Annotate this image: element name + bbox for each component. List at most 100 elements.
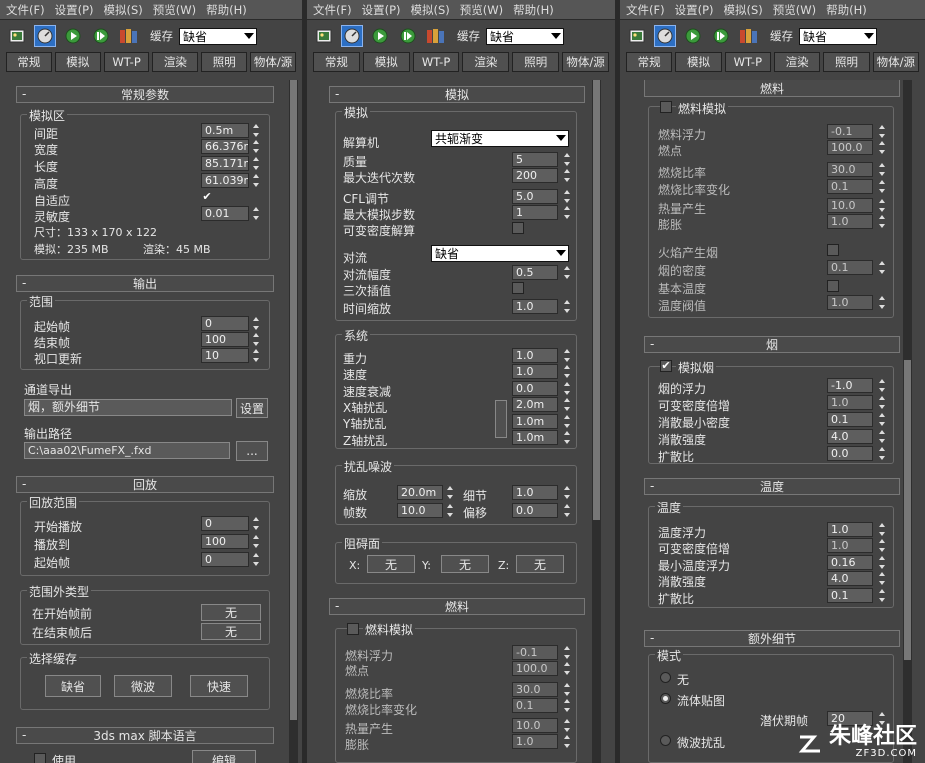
noise-frames-field[interactable]: 10.0 (397, 503, 443, 518)
rollout-fuel[interactable]: 燃料 (644, 80, 900, 97)
height-field[interactable]: 61.039m (201, 173, 249, 188)
z-turbulence-field[interactable]: 1.0m (512, 430, 558, 445)
spinner-arrows[interactable] (252, 516, 261, 531)
tab-render[interactable]: 渲染 (462, 52, 510, 72)
expansion-field[interactable]: 1.0 (512, 734, 558, 749)
tab-illumination[interactable]: 照明 (823, 52, 870, 72)
fuel-buoyancy-field[interactable]: -0.1 (512, 645, 558, 660)
after-end-select[interactable]: 无 (201, 623, 261, 640)
tab-wtp[interactable]: WT-P (412, 52, 460, 72)
tab-illumination[interactable]: 照明 (512, 52, 560, 72)
scrollbar[interactable] (903, 80, 912, 763)
spinner-arrows[interactable] (878, 429, 887, 444)
length-field[interactable]: 85.171m (201, 156, 249, 171)
velocity-field[interactable]: 1.0 (512, 364, 558, 379)
spinner-arrows[interactable] (563, 348, 572, 363)
tab-render[interactable]: 渲染 (152, 52, 199, 72)
menu-file[interactable]: 文件(F) (6, 2, 45, 18)
heat-production-field[interactable]: 10.0 (827, 198, 873, 213)
menu-preview[interactable]: 预览(W) (460, 2, 503, 18)
dissipation-strength-field[interactable]: 4.0 (827, 429, 873, 444)
play-icon[interactable] (369, 25, 391, 47)
clock-settings-icon[interactable] (654, 25, 676, 47)
flame-smoke-checkbox[interactable] (827, 244, 839, 256)
start-frame-field[interactable]: 0 (201, 316, 249, 331)
end-frame-field[interactable]: 100 (201, 332, 249, 347)
spinner-arrows[interactable] (563, 168, 572, 183)
menu-settings[interactable]: 设置(P) (675, 2, 714, 18)
spinner-arrows[interactable] (252, 552, 261, 567)
default-cache-button[interactable]: 缺省 (45, 675, 101, 697)
spinner-arrows[interactable] (563, 205, 572, 220)
start-play-field[interactable]: 0 (201, 516, 249, 531)
dissipation-min-field[interactable]: 0.1 (827, 412, 873, 427)
spinner-arrows[interactable] (878, 295, 887, 310)
render-image-icon[interactable] (6, 25, 28, 47)
rollout-general-params[interactable]: - 常规参数 (16, 86, 274, 103)
play-icon[interactable] (62, 25, 84, 47)
smoke-buoyancy-field[interactable]: -1.0 (827, 378, 873, 393)
tab-render[interactable]: 渲染 (773, 52, 821, 72)
browse-button[interactable]: ... (236, 441, 268, 461)
var-density-checkbox[interactable] (512, 222, 524, 234)
spinner-arrows[interactable] (252, 123, 261, 138)
advection-stride-field[interactable]: 0.5 (512, 265, 558, 280)
quality-field[interactable]: 5 (512, 152, 558, 167)
solver-dropdown[interactable]: 共轭渐变 (431, 130, 569, 147)
spinner-arrows[interactable] (878, 198, 887, 213)
settings-button[interactable]: 设置 (236, 398, 268, 418)
spinner-arrows[interactable] (563, 265, 572, 280)
noise-scale-field[interactable]: 20.0m (397, 485, 443, 500)
width-field[interactable]: 66.376m (201, 139, 249, 154)
clock-settings-icon[interactable] (34, 25, 56, 47)
spinner-arrows[interactable] (563, 430, 572, 445)
mode-none-radio[interactable] (660, 672, 671, 683)
rollout-maxscript[interactable]: -3ds max 脚本语言 (16, 727, 274, 744)
menu-help[interactable]: 帮助(H) (513, 2, 554, 18)
temp-dissipation-field[interactable]: 4.0 (827, 571, 873, 586)
gravity-field[interactable]: 1.0 (512, 348, 558, 363)
continue-icon[interactable] (710, 25, 732, 47)
spinner-arrows[interactable] (563, 734, 572, 749)
spinner-arrows[interactable] (563, 381, 572, 396)
y-turbulence-field[interactable]: 1.0m (512, 414, 558, 429)
spinner-arrows[interactable] (878, 588, 887, 603)
spinner-arrows[interactable] (446, 485, 455, 500)
fuel-buoyancy-field[interactable]: -0.1 (827, 124, 873, 139)
ignition-field[interactable]: 100.0 (827, 140, 873, 155)
temp-buoyancy-field[interactable]: 1.0 (827, 522, 873, 537)
spinner-arrows[interactable] (563, 299, 572, 314)
tab-wtp[interactable]: WT-P (103, 52, 150, 72)
preview-cache-button[interactable]: 快速 (190, 675, 248, 697)
x-turbulence-field[interactable]: 2.0m (512, 397, 558, 412)
ignition-field[interactable]: 100.0 (512, 661, 558, 676)
spinner-arrows[interactable] (252, 206, 261, 221)
before-start-select[interactable]: 无 (201, 604, 261, 621)
spinner-arrows[interactable] (252, 173, 261, 188)
menu-file[interactable]: 文件(F) (313, 2, 352, 18)
spinner-arrows[interactable] (563, 661, 572, 676)
velocity-damp-field[interactable]: 0.0 (512, 381, 558, 396)
wavelet-cache-button[interactable]: 微波 (114, 675, 172, 697)
tab-wtp[interactable]: WT-P (724, 52, 771, 72)
turbulence-lock-button[interactable] (495, 400, 507, 438)
menu-simulation[interactable]: 模拟(S) (411, 2, 450, 18)
burn-rate-field[interactable]: 30.0 (827, 162, 873, 177)
scrollbar[interactable] (289, 80, 298, 763)
spinner-arrows[interactable] (878, 260, 887, 275)
spinner-arrows[interactable] (878, 571, 887, 586)
spinner-arrows[interactable] (878, 214, 887, 229)
spinner-arrows[interactable] (252, 156, 261, 171)
rollout-extra-detail[interactable]: - 额外细节 (644, 630, 900, 647)
fuel-sim-checkbox[interactable] (660, 101, 672, 113)
spinner-arrows[interactable] (563, 698, 572, 713)
menu-simulation[interactable]: 模拟(S) (104, 2, 143, 18)
spinner-arrows[interactable] (563, 485, 572, 500)
var-density-mult-field[interactable]: 1.0 (827, 395, 873, 410)
spinner-arrows[interactable] (563, 364, 572, 379)
rollout-simulation[interactable]: - 模拟 (329, 86, 585, 103)
spinner-arrows[interactable] (878, 555, 887, 570)
burn-rate-var-field[interactable]: 0.1 (512, 698, 558, 713)
cache-dropdown[interactable]: 缺省 (486, 27, 564, 45)
smoke-sim-checkbox[interactable]: ✔ (660, 360, 672, 372)
